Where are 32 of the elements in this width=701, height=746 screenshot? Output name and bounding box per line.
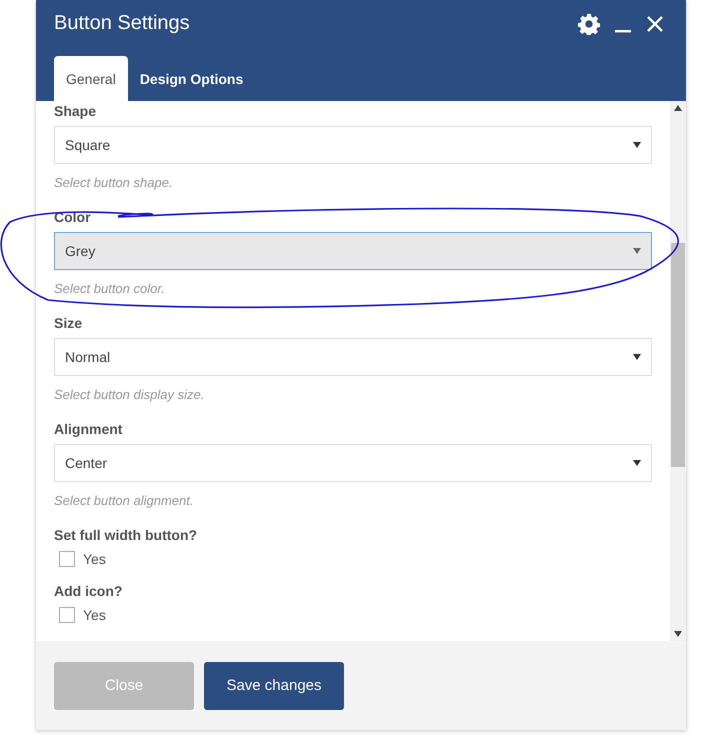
help-text: Select button color. xyxy=(54,280,166,297)
tab[interactable]: Design Options xyxy=(128,56,256,101)
scrollbar-thumb[interactable] xyxy=(671,243,685,467)
scroll-up-icon[interactable] xyxy=(674,105,682,111)
field-label: Set full width button? xyxy=(54,527,198,544)
tab[interactable]: General xyxy=(54,56,128,101)
caret-icon xyxy=(633,142,641,148)
scroll-down-icon[interactable] xyxy=(674,631,682,637)
caret-icon xyxy=(633,460,641,466)
settings-icon[interactable] xyxy=(578,12,600,34)
close-icon[interactable] xyxy=(646,14,664,32)
field-label: Alignment xyxy=(54,421,124,438)
checkbox-label[interactable]: Yes xyxy=(83,607,106,623)
dialog-title: Button Settings xyxy=(54,12,190,35)
scrollbar[interactable] xyxy=(670,101,686,641)
field-label: Color xyxy=(54,209,92,226)
dropdown[interactable]: Normal xyxy=(54,338,652,376)
dropdown[interactable]: Square xyxy=(54,126,652,164)
field-label: Size xyxy=(54,315,84,332)
field-label: Shape xyxy=(54,103,98,120)
help-text: Select button alignment. xyxy=(54,492,194,509)
checkbox-label[interactable]: Yes xyxy=(83,551,106,567)
checkbox[interactable] xyxy=(59,607,75,623)
caret-icon xyxy=(633,248,641,254)
help-text: Select button shape. xyxy=(54,174,174,191)
help-text: Select button display size. xyxy=(54,386,206,403)
field-label: Add icon? xyxy=(54,583,124,600)
checkbox[interactable] xyxy=(59,551,75,567)
save-button[interactable]: Save changes xyxy=(204,662,344,710)
dropdown[interactable]: Grey xyxy=(54,232,652,270)
caret-icon xyxy=(633,354,641,360)
dropdown[interactable]: Center xyxy=(54,444,652,482)
